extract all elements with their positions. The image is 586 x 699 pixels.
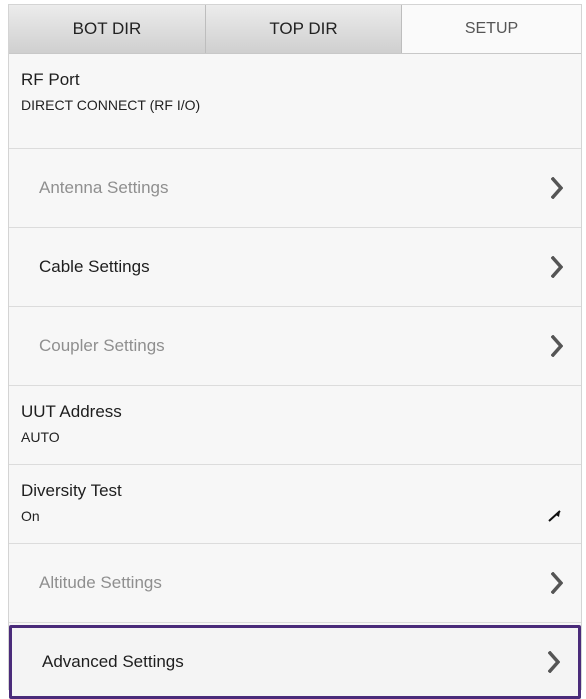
tab-setup[interactable]: SETUP [402, 5, 581, 53]
diversity-test-row[interactable]: Diversity Test On [9, 465, 581, 544]
diversity-test-value: On [21, 508, 40, 524]
uut-address-title: UUT Address [21, 402, 122, 421]
antenna-settings-row[interactable]: Antenna Settings [9, 149, 581, 228]
chevron-right-icon [551, 177, 563, 199]
coupler-settings-row[interactable]: Coupler Settings [9, 307, 581, 386]
chevron-right-icon [551, 335, 563, 357]
antenna-settings-label: Antenna Settings [39, 178, 169, 197]
chevron-right-icon [548, 651, 560, 673]
rf-port-value: DIRECT CONNECT (RF I/O) [21, 97, 201, 113]
chevron-right-icon [551, 256, 563, 278]
tab-bot-dir[interactable]: BOT DIR [9, 5, 206, 53]
coupler-settings-label: Coupler Settings [39, 336, 165, 355]
cursor-arrow-icon [547, 507, 563, 523]
rf-port-row[interactable]: RF Port DIRECT CONNECT (RF I/O) [9, 54, 581, 149]
uut-address-value: AUTO [21, 429, 60, 445]
advanced-settings-label: Advanced Settings [42, 652, 184, 671]
tab-bar: BOT DIR TOP DIR SETUP [9, 5, 581, 54]
rf-port-title: RF Port [21, 70, 80, 89]
cable-settings-row[interactable]: Cable Settings [9, 228, 581, 307]
diversity-test-title: Diversity Test [21, 481, 122, 500]
uut-address-row[interactable]: UUT Address AUTO [9, 386, 581, 465]
tab-top-dir[interactable]: TOP DIR [206, 5, 402, 53]
advanced-settings-row[interactable]: Advanced Settings [9, 625, 581, 699]
chevron-right-icon [551, 572, 563, 594]
altitude-settings-label: Altitude Settings [39, 573, 162, 592]
altitude-settings-row[interactable]: Altitude Settings [9, 544, 581, 623]
setup-panel: BOT DIR TOP DIR SETUP RF Port DIRECT CON… [8, 4, 582, 699]
cable-settings-label: Cable Settings [39, 257, 150, 276]
